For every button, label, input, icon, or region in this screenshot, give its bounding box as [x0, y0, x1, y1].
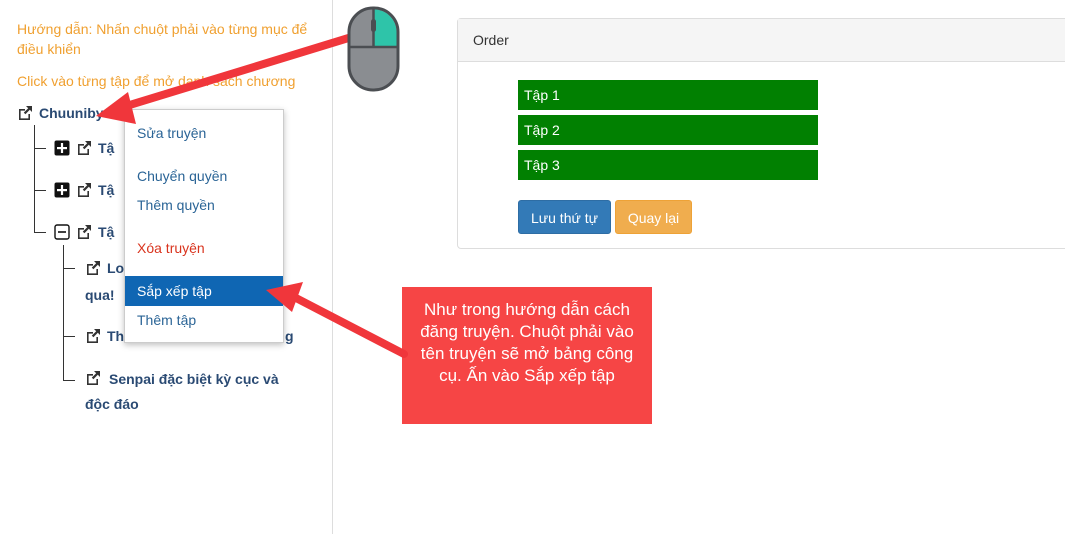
external-link-icon	[78, 141, 91, 155]
tree-chapter-label[interactable]: Senpai đặc biệt kỳ cục và độc đáo	[85, 371, 279, 412]
menu-item-add-permission[interactable]: Thêm quyền	[125, 190, 283, 220]
collapse-minus-icon[interactable]	[54, 224, 70, 240]
menu-item-sort-volumes[interactable]: Sắp xếp tập	[125, 276, 283, 306]
tree-line	[63, 268, 75, 269]
menu-item-add-volume[interactable]: Thêm tập	[125, 305, 283, 335]
tree-line	[34, 125, 35, 232]
tree-chapter-node[interactable]: Th	[85, 324, 124, 348]
tree-chapter-label-cont[interactable]: qua!	[85, 283, 115, 307]
tree-volume-node[interactable]: Tậ	[54, 136, 114, 160]
click-volume-hint: Click vào từng tập để mở danh sách chươn…	[17, 73, 296, 89]
tree-line	[63, 245, 64, 380]
tree-chapter-node[interactable]: Lo	[85, 256, 124, 280]
tree-line	[63, 336, 75, 337]
tree-volume-label[interactable]: Tậ	[98, 220, 114, 244]
tree-root-label[interactable]: Chuuniby	[39, 101, 104, 125]
tree-volume-node[interactable]: Tậ	[54, 220, 114, 244]
tree-chapter-node[interactable]: Senpai đặc biệt kỳ cục và độc đáo	[85, 367, 285, 417]
order-panel-title: Order	[458, 19, 1065, 62]
external-link-icon	[78, 183, 91, 197]
episode-item[interactable]: Tập 1	[518, 80, 818, 110]
episode-item[interactable]: Tập 3	[518, 150, 818, 180]
save-order-button[interactable]: Lưu thứ tự	[518, 200, 611, 234]
context-menu: Sửa truyện Chuyển quyền Thêm quyền Xóa t…	[124, 109, 284, 343]
episode-item[interactable]: Tập 2	[518, 115, 818, 145]
external-link-icon	[87, 371, 100, 385]
tree-root-node[interactable]: Chuuniby	[17, 101, 104, 125]
tree-line	[34, 148, 46, 149]
order-panel: Order Tập 1 Tập 2 Tập 3 Lưu thứ tự Quay …	[457, 18, 1065, 249]
menu-item-transfer-ownership[interactable]: Chuyển quyền	[125, 161, 283, 191]
expand-plus-icon[interactable]	[54, 182, 70, 198]
tree-volume-label[interactable]: Tậ	[98, 136, 114, 160]
tree-volume-label[interactable]: Tậ	[98, 178, 114, 202]
tree-chapter-label[interactable]: Lo	[107, 256, 124, 280]
menu-item-delete-story[interactable]: Xóa truyện	[125, 233, 283, 263]
tree-line	[63, 380, 75, 381]
external-link-icon	[87, 329, 100, 343]
external-link-icon	[78, 225, 91, 239]
menu-item-edit-story[interactable]: Sửa truyện	[125, 118, 283, 148]
tree-line	[34, 232, 46, 233]
instruction-hint: Hướng dẫn: Nhấn chuột phải vào từng mục …	[17, 21, 308, 57]
back-button[interactable]: Quay lại	[615, 200, 692, 234]
tree-line	[34, 190, 46, 191]
tree-volume-node[interactable]: Tậ	[54, 178, 114, 202]
annotation-callout: Như trong hướng dẫn cách đăng truyện. Ch…	[402, 287, 652, 424]
external-link-icon	[87, 261, 100, 275]
tree-chapter-label[interactable]: Th	[107, 324, 124, 348]
mouse-icon	[347, 6, 400, 92]
tree-chapter-label-tail[interactable]: g	[285, 324, 294, 348]
external-link-icon	[19, 106, 32, 120]
expand-plus-icon[interactable]	[54, 140, 70, 156]
